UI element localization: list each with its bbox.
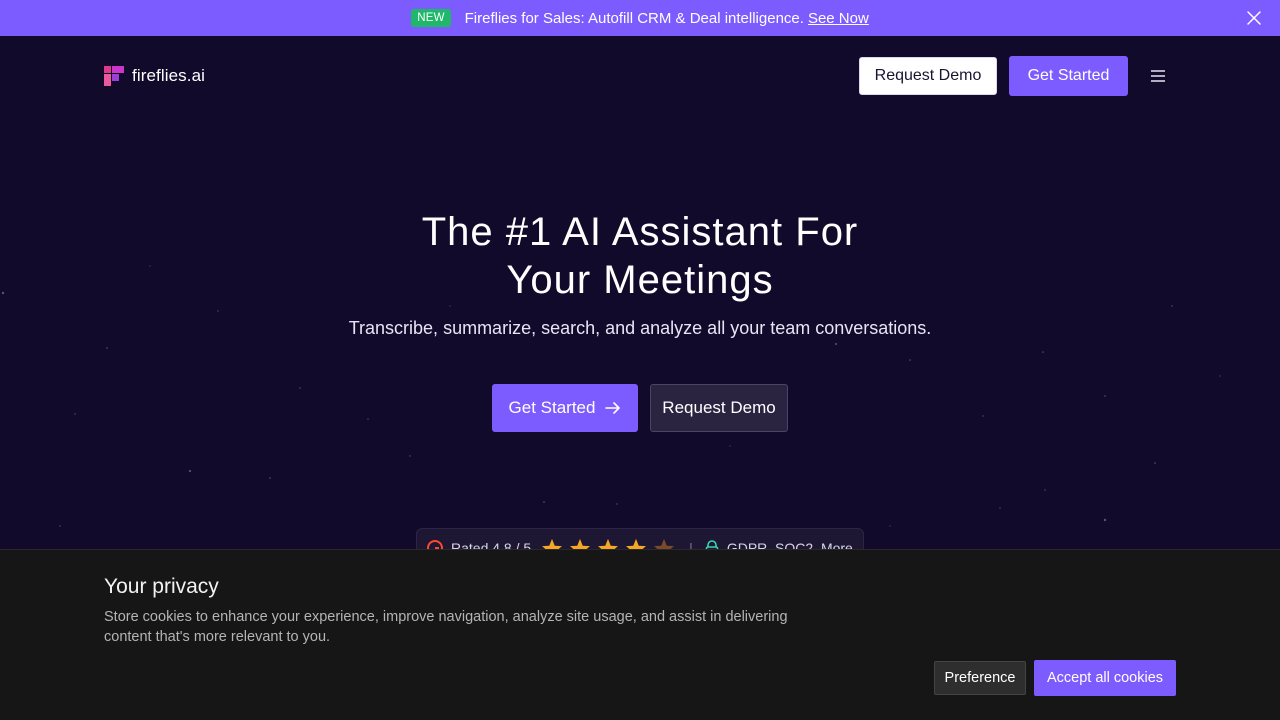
announcement-bar: NEW Fireflies for Sales: Autofill CRM & …: [0, 0, 1280, 36]
preference-button[interactable]: Preference: [934, 661, 1026, 695]
menu-icon[interactable]: [1150, 69, 1166, 83]
hero-request-demo-button[interactable]: Request Demo: [650, 384, 788, 432]
hero-get-started-button[interactable]: Get Started: [492, 384, 638, 432]
new-badge: NEW: [411, 9, 451, 27]
cookie-title: Your privacy: [104, 575, 219, 598]
cookie-banner: Your privacy Store cookies to enhance yo…: [0, 549, 1280, 720]
logo[interactable]: fireflies.ai: [104, 66, 205, 86]
close-icon[interactable]: [1246, 10, 1262, 26]
accept-all-cookies-button[interactable]: Accept all cookies: [1034, 660, 1176, 696]
hero-title-line-1: The #1 AI Assistant For: [421, 210, 859, 254]
hero-get-started-label: Get Started: [508, 398, 596, 417]
announcement-text: Fireflies for Sales: Autofill CRM & Deal…: [464, 9, 804, 27]
logo-text: fireflies.ai: [132, 66, 206, 85]
header-request-demo-button[interactable]: Request Demo: [859, 57, 997, 95]
header-get-started-button[interactable]: Get Started: [1009, 56, 1128, 96]
hero-title-line-2: Your Meetings: [506, 258, 774, 302]
arrow-right-icon: [605, 402, 621, 414]
site-header: fireflies.ai Request Demo Get Started: [0, 36, 1280, 116]
cookie-description: Store cookies to enhance your experience…: [104, 609, 788, 645]
hero-title: The #1 AI Assistant For Your Meetings: [290, 208, 990, 304]
hero-subtitle: Transcribe, summarize, search, and analy…: [348, 318, 932, 338]
see-now-link[interactable]: See Now: [808, 10, 869, 27]
fireflies-logo-icon: [104, 66, 124, 86]
